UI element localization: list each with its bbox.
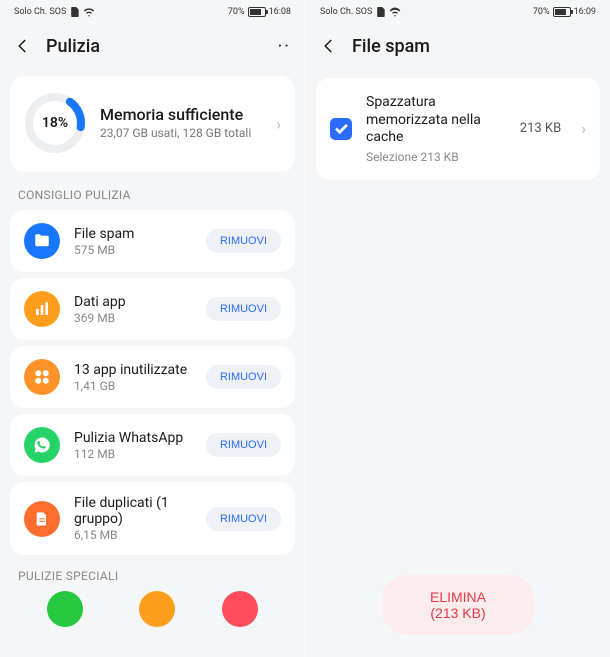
section-special-cleaning: PULIZIE SPECIALI <box>0 561 305 585</box>
sim-icon <box>70 7 79 17</box>
clock: 16:09 <box>574 7 596 17</box>
remove-button[interactable]: RIMUOVI <box>206 507 281 531</box>
special-item-1[interactable] <box>47 591 83 627</box>
item-title: 13 app inutilizzate <box>74 362 192 378</box>
item-size: 369 MB <box>74 311 192 325</box>
right-screen-file-spam: Solo Ch. SOS 70% 16:09 File spam Spazzat… <box>305 0 610 657</box>
remove-button[interactable]: RIMUOVI <box>206 229 281 253</box>
battery-percent: 70% <box>533 7 550 17</box>
remove-button[interactable]: RIMUOVI <box>206 365 281 389</box>
whatsapp-icon <box>24 427 60 463</box>
item-title: File spam <box>74 226 192 242</box>
page-title: Pulizia <box>46 36 264 57</box>
item-title: Pulizia WhatsApp <box>74 430 192 446</box>
cleanup-item-0[interactable]: File spam575 MB RIMUOVI <box>10 210 295 272</box>
item-title: Dati app <box>74 294 192 310</box>
item-selection: Selezione 213 KB <box>366 150 506 164</box>
cache-junk-item[interactable]: Spazzatura memorizzata nella cache Selez… <box>316 78 600 180</box>
special-item-3[interactable] <box>222 591 258 627</box>
apps-icon <box>24 359 60 395</box>
status-bar: Solo Ch. SOS 70% 16:08 <box>0 0 305 24</box>
storage-donut-icon: 18% <box>24 92 86 154</box>
item-title: File duplicati (1 gruppo) <box>74 495 192 527</box>
memory-card[interactable]: 18% Memoria sufficiente 23,07 GB usati, … <box>10 76 295 172</box>
menu-icon[interactable]: ·· <box>278 36 291 57</box>
left-screen-pulizia: Solo Ch. SOS 70% 16:08 Pulizia ·· 18% Me… <box>0 0 305 657</box>
cleanup-item-1[interactable]: Dati app369 MB RIMUOVI <box>10 278 295 340</box>
battery-icon <box>553 7 571 17</box>
cleanup-item-2[interactable]: 13 app inutilizzate1,41 GB RIMUOVI <box>10 346 295 408</box>
storage-percent: 18% <box>24 92 86 154</box>
special-cleaning-row <box>0 585 305 633</box>
battery-percent: 70% <box>228 7 245 17</box>
chart-icon <box>24 291 60 327</box>
carrier-text: Solo Ch. SOS <box>14 7 66 17</box>
back-button[interactable] <box>320 37 338 55</box>
wifi-icon <box>83 7 95 17</box>
checkbox-checked[interactable] <box>330 118 352 140</box>
chevron-right-icon: › <box>276 115 281 134</box>
document-icon <box>24 501 60 537</box>
special-item-2[interactable] <box>139 591 175 627</box>
status-bar: Solo Ch. SOS 70% 16:09 <box>306 0 610 24</box>
item-size: 213 KB <box>520 121 561 136</box>
cleanup-item-4[interactable]: File duplicati (1 gruppo)6,15 MB RIMUOVI <box>10 482 295 555</box>
item-size: 112 MB <box>74 447 192 461</box>
item-size: 6,15 MB <box>74 528 192 542</box>
header: Pulizia ·· <box>0 24 305 68</box>
page-title: File spam <box>352 36 596 57</box>
header: File spam <box>306 24 610 68</box>
wifi-icon <box>389 7 401 17</box>
section-cleaning-advice: CONSIGLIO PULIZIA <box>0 180 305 204</box>
clock: 16:08 <box>269 7 291 17</box>
folder-icon <box>24 223 60 259</box>
sim-icon <box>376 7 385 17</box>
delete-button[interactable]: ELIMINA (213 KB) <box>382 575 534 635</box>
back-button[interactable] <box>14 37 32 55</box>
remove-button[interactable]: RIMUOVI <box>206 433 281 457</box>
item-size: 1,41 GB <box>74 379 192 393</box>
memory-title: Memoria sufficiente <box>100 105 251 124</box>
cleanup-item-3[interactable]: Pulizia WhatsApp112 MB RIMUOVI <box>10 414 295 476</box>
item-title: Spazzatura memorizzata nella cache <box>366 94 506 147</box>
item-size: 575 MB <box>74 243 192 257</box>
battery-icon <box>248 7 266 17</box>
chevron-right-icon: › <box>581 119 586 138</box>
carrier-text: Solo Ch. SOS <box>320 7 372 17</box>
remove-button[interactable]: RIMUOVI <box>206 297 281 321</box>
memory-sub: 23,07 GB usati, 128 GB totali <box>100 126 251 142</box>
